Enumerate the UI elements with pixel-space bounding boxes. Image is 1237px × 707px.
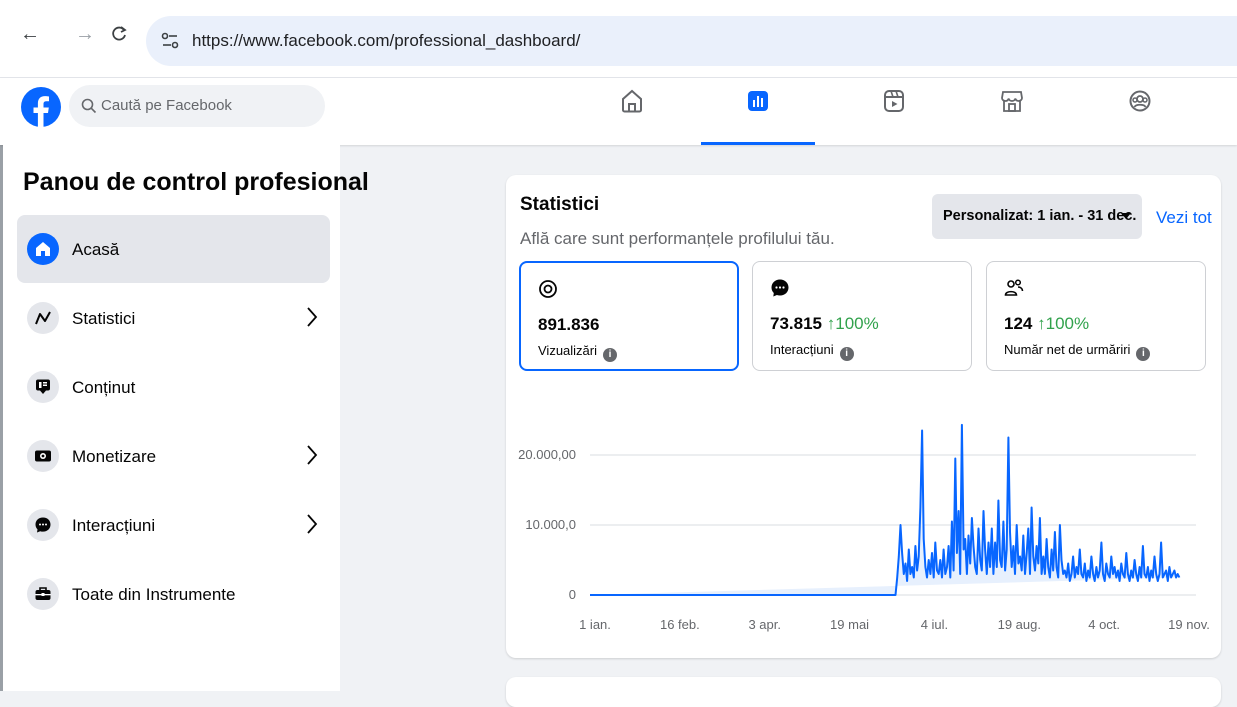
y-tick-label: 10.000,0 bbox=[525, 517, 576, 532]
address-bar[interactable]: https://www.facebook.com/professional_da… bbox=[146, 16, 1237, 66]
marketplace-icon bbox=[1001, 91, 1023, 112]
insights-card: Statistici Află care sunt performanțele … bbox=[506, 175, 1221, 658]
see-all-link[interactable]: Vezi tot bbox=[1156, 208, 1212, 228]
next-card bbox=[506, 677, 1221, 707]
x-tick-label: 1 ian. bbox=[579, 617, 611, 632]
date-range-dropdown[interactable]: Personalizat: 1 ian. - 31 dec. bbox=[932, 194, 1142, 239]
search-icon bbox=[81, 98, 97, 114]
x-tick-label: 16 feb. bbox=[660, 617, 700, 632]
site-settings-icon[interactable] bbox=[160, 31, 180, 56]
metric-card-views[interactable]: 891.836 Vizualizări i bbox=[519, 261, 739, 371]
chevron-right-icon bbox=[307, 307, 318, 327]
metric-card-interactions[interactable]: 73.815 ↑100% Interacțiuni i bbox=[752, 261, 972, 371]
sidebar-item-home[interactable]: Acasă bbox=[17, 215, 330, 283]
groups-icon bbox=[1129, 90, 1151, 112]
y-tick-label: 0 bbox=[569, 587, 576, 602]
toolbox-icon bbox=[27, 578, 59, 610]
sidebar-title: Panou de control profesional bbox=[23, 168, 369, 196]
tab-professional-dashboard[interactable] bbox=[701, 78, 815, 145]
info-icon[interactable]: i bbox=[1136, 347, 1151, 361]
back-arrow-icon[interactable]: ← bbox=[20, 24, 40, 44]
metric-label: Interacțiuni i bbox=[770, 342, 854, 361]
metric-delta: ↑100% bbox=[1037, 314, 1090, 333]
tab-groups[interactable] bbox=[1083, 78, 1197, 145]
chat-bubble-icon bbox=[771, 279, 789, 297]
chevron-right-icon bbox=[307, 445, 318, 465]
sidebar-item-label: Interacțiuni bbox=[72, 516, 156, 535]
info-icon[interactable]: i bbox=[603, 348, 618, 362]
active-tab-indicator bbox=[701, 142, 815, 145]
home-icon bbox=[27, 233, 59, 265]
metric-value: 124 ↑100% bbox=[1004, 314, 1090, 333]
tab-marketplace[interactable] bbox=[955, 78, 1069, 145]
video-icon bbox=[884, 90, 904, 112]
tab-video[interactable] bbox=[837, 78, 951, 145]
metric-value: 73.815 ↑100% bbox=[770, 314, 879, 333]
metric-label: Vizualizări i bbox=[538, 343, 618, 362]
insights-title: Statistici bbox=[520, 194, 600, 215]
info-icon[interactable]: i bbox=[839, 347, 854, 361]
insights-icon bbox=[27, 302, 59, 334]
followers-icon bbox=[1004, 279, 1024, 296]
insights-subtitle: Află care sunt performanțele profilului … bbox=[520, 229, 835, 248]
money-icon bbox=[27, 440, 59, 472]
x-tick-label: 4 iul. bbox=[921, 617, 948, 632]
sidebar-item-insights[interactable]: Statistici bbox=[17, 284, 330, 352]
chevron-right-icon bbox=[307, 514, 318, 534]
sidebar-item-interactions[interactable]: Interacțiuni bbox=[17, 491, 330, 559]
reload-icon[interactable] bbox=[110, 24, 128, 48]
date-range-label: Personalizat: 1 ian. - 31 dec. bbox=[943, 208, 1137, 224]
y-tick-label: 20.000,00 bbox=[518, 447, 576, 462]
home-icon bbox=[622, 89, 642, 113]
views-chart: 0 10.000,0 20.000,00 1 ian. 16 feb. 3 apr. 19 … bbox=[518, 423, 1210, 632]
dashboard-icon bbox=[748, 91, 768, 111]
sidebar-item-content[interactable]: Conținut bbox=[17, 353, 330, 421]
sidebar-item-label: Acasă bbox=[72, 240, 120, 259]
sidebar: Panou de control profesional Acasă Stati… bbox=[3, 145, 369, 691]
x-tick-label: 4 oct. bbox=[1088, 617, 1120, 632]
sidebar-item-label: Monetizare bbox=[72, 447, 157, 466]
facebook-logo-icon[interactable] bbox=[21, 87, 61, 127]
x-tick-label: 19 aug. bbox=[998, 617, 1041, 632]
search-box[interactable]: Caută pe Facebook bbox=[69, 85, 325, 127]
sidebar-item-label: Conținut bbox=[72, 378, 136, 397]
chat-icon bbox=[27, 509, 59, 541]
series-line bbox=[590, 423, 1181, 596]
x-tick-label: 19 mai bbox=[830, 617, 869, 632]
content-icon bbox=[27, 371, 59, 403]
browser-toolbar: ← → https://www.facebook.com/professiona… bbox=[0, 0, 1237, 78]
metric-delta: ↑100% bbox=[826, 314, 879, 333]
caret-down-icon bbox=[1121, 213, 1131, 219]
sidebar-item-label: Statistici bbox=[72, 309, 136, 328]
sidebar-item-all-tools[interactable]: Toate din Instrumente bbox=[17, 560, 330, 628]
metric-card-follows[interactable]: 124 ↑100% Număr net de urmăriri i bbox=[986, 261, 1206, 371]
search-placeholder[interactable]: Caută pe Facebook bbox=[101, 97, 232, 114]
sidebar-item-label: Toate din Instrumente bbox=[72, 585, 236, 604]
metric-value: 891.836 bbox=[538, 315, 600, 334]
eye-icon bbox=[539, 280, 557, 298]
tab-home[interactable] bbox=[575, 78, 689, 145]
sidebar-item-monetization[interactable]: Monetizare bbox=[17, 422, 330, 490]
x-tick-label: 3 apr. bbox=[748, 617, 781, 632]
x-tick-label: 19 nov. bbox=[1168, 617, 1210, 632]
facebook-top-bar: Caută pe Facebook bbox=[0, 78, 1237, 145]
forward-arrow-icon[interactable]: → bbox=[75, 24, 95, 44]
metric-label: Număr net de urmăriri i bbox=[1004, 342, 1151, 361]
url-text[interactable]: https://www.facebook.com/professional_da… bbox=[192, 31, 580, 51]
